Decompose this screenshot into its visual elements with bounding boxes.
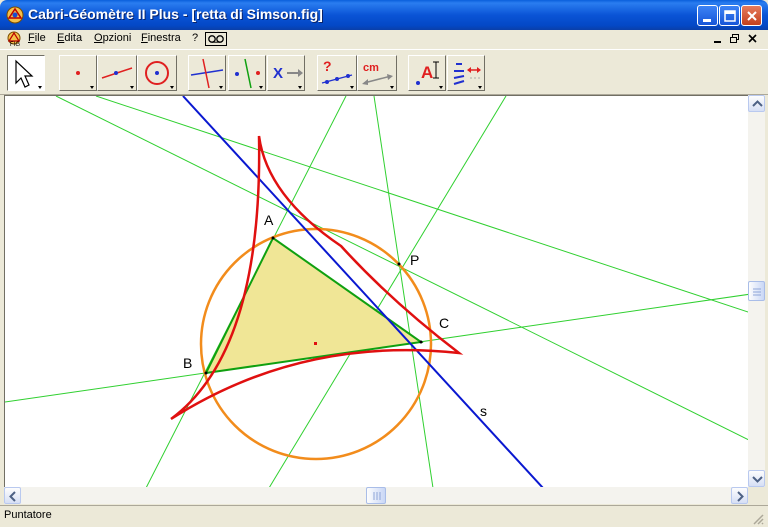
point-c[interactable]: [419, 340, 423, 344]
toolbar: X ? cm A: [0, 49, 768, 95]
label-p[interactable]: P: [410, 252, 419, 268]
label-text-icon: A: [416, 61, 443, 89]
macro-icon: X: [273, 65, 303, 89]
vertical-scroll-thumb[interactable]: [748, 281, 765, 301]
label-b[interactable]: B: [183, 355, 192, 371]
child-close-icon[interactable]: [747, 33, 759, 45]
child-restore-icon[interactable]: [729, 33, 741, 45]
green-line[interactable]: [373, 96, 434, 487]
label-s[interactable]: s: [480, 403, 487, 419]
arrow-left-icon: [9, 491, 16, 502]
collinear-check-icon: ?: [321, 58, 354, 89]
scroll-down-button[interactable]: [748, 470, 765, 487]
point-icon: [76, 71, 94, 89]
cabri-app-icon[interactable]: [6, 6, 24, 24]
perpendicular-icon: [190, 58, 224, 89]
menu-finestra[interactable]: Finestra: [141, 32, 181, 44]
minimize-icon: [703, 19, 711, 22]
scroll-left-button[interactable]: [4, 487, 21, 504]
attributes-tool[interactable]: [447, 55, 485, 91]
label-a[interactable]: A: [264, 212, 274, 228]
minimize-button[interactable]: [697, 5, 718, 26]
green-line[interactable]: [95, 96, 748, 313]
green-lines-group: [5, 96, 748, 487]
window-title: Cabri-Géomètre II Plus - [retta di Simso…: [28, 6, 323, 22]
drawing-canvas[interactable]: A B C P s: [4, 95, 748, 487]
svg-text:X: X: [273, 65, 283, 82]
segment-icon: [101, 67, 134, 89]
status-bar: Puntatore: [0, 505, 768, 527]
menu-edita[interactable]: Edita: [57, 32, 82, 44]
point-b[interactable]: [204, 371, 208, 375]
pointer-tool[interactable]: [7, 55, 45, 91]
center-point[interactable]: [314, 342, 317, 345]
svg-text:A: A: [421, 63, 433, 82]
measure-tool[interactable]: cm: [357, 55, 397, 91]
menu-help[interactable]: ?: [192, 32, 198, 44]
resize-grip-icon[interactable]: [752, 513, 764, 525]
point-p[interactable]: [397, 262, 401, 266]
points-tool[interactable]: [59, 55, 97, 91]
vertical-scrollbar[interactable]: [748, 95, 765, 487]
transformations-tool[interactable]: [228, 55, 266, 91]
maximize-icon: [724, 10, 736, 22]
grip-icon: [373, 492, 381, 500]
arrow-down-icon: [752, 476, 763, 483]
arrow-right-icon: [737, 491, 744, 502]
child-minimize-icon[interactable]: [712, 33, 724, 45]
scroll-right-button[interactable]: [731, 487, 748, 504]
point-a[interactable]: [271, 236, 275, 240]
menu-opzioni[interactable]: Opzioni: [94, 32, 131, 44]
lines-tool[interactable]: [97, 55, 137, 91]
svg-text:cm: cm: [363, 62, 379, 74]
arrow-pointer-icon: [15, 59, 42, 89]
distance-measure-icon: cm: [362, 62, 394, 89]
svg-text:FIG: FIG: [10, 42, 20, 47]
circle-icon: [145, 61, 174, 89]
horizontal-scrollbar[interactable]: [4, 487, 748, 504]
macro-tool[interactable]: X: [267, 55, 305, 91]
status-text: Puntatore: [4, 509, 52, 521]
document-icon[interactable]: FIG: [6, 31, 24, 47]
properties-tool[interactable]: ?: [317, 55, 357, 91]
symmetry-icon: [235, 58, 263, 89]
scroll-up-button[interactable]: [748, 95, 765, 112]
constructions-tool[interactable]: [188, 55, 226, 91]
attributes-icon: [453, 63, 482, 89]
grip-icon: [753, 288, 761, 296]
arrow-up-icon: [752, 100, 763, 107]
text-tool[interactable]: A: [408, 55, 446, 91]
maximize-button[interactable]: [719, 5, 740, 26]
label-c[interactable]: C: [439, 315, 449, 331]
horizontal-scroll-thumb[interactable]: [366, 487, 386, 504]
title-bar: Cabri-Géomètre II Plus - [retta di Simso…: [0, 0, 768, 30]
record-session-icon[interactable]: [205, 32, 227, 46]
svg-text:?: ?: [323, 58, 332, 74]
close-icon: [747, 11, 757, 21]
menu-bar: FIG File Edita Opzioni Finestra ?: [0, 30, 768, 48]
menu-file[interactable]: File: [28, 32, 46, 44]
close-button[interactable]: [741, 5, 762, 26]
curves-tool[interactable]: [137, 55, 177, 91]
geometry-figure[interactable]: A B C P s: [5, 96, 748, 487]
